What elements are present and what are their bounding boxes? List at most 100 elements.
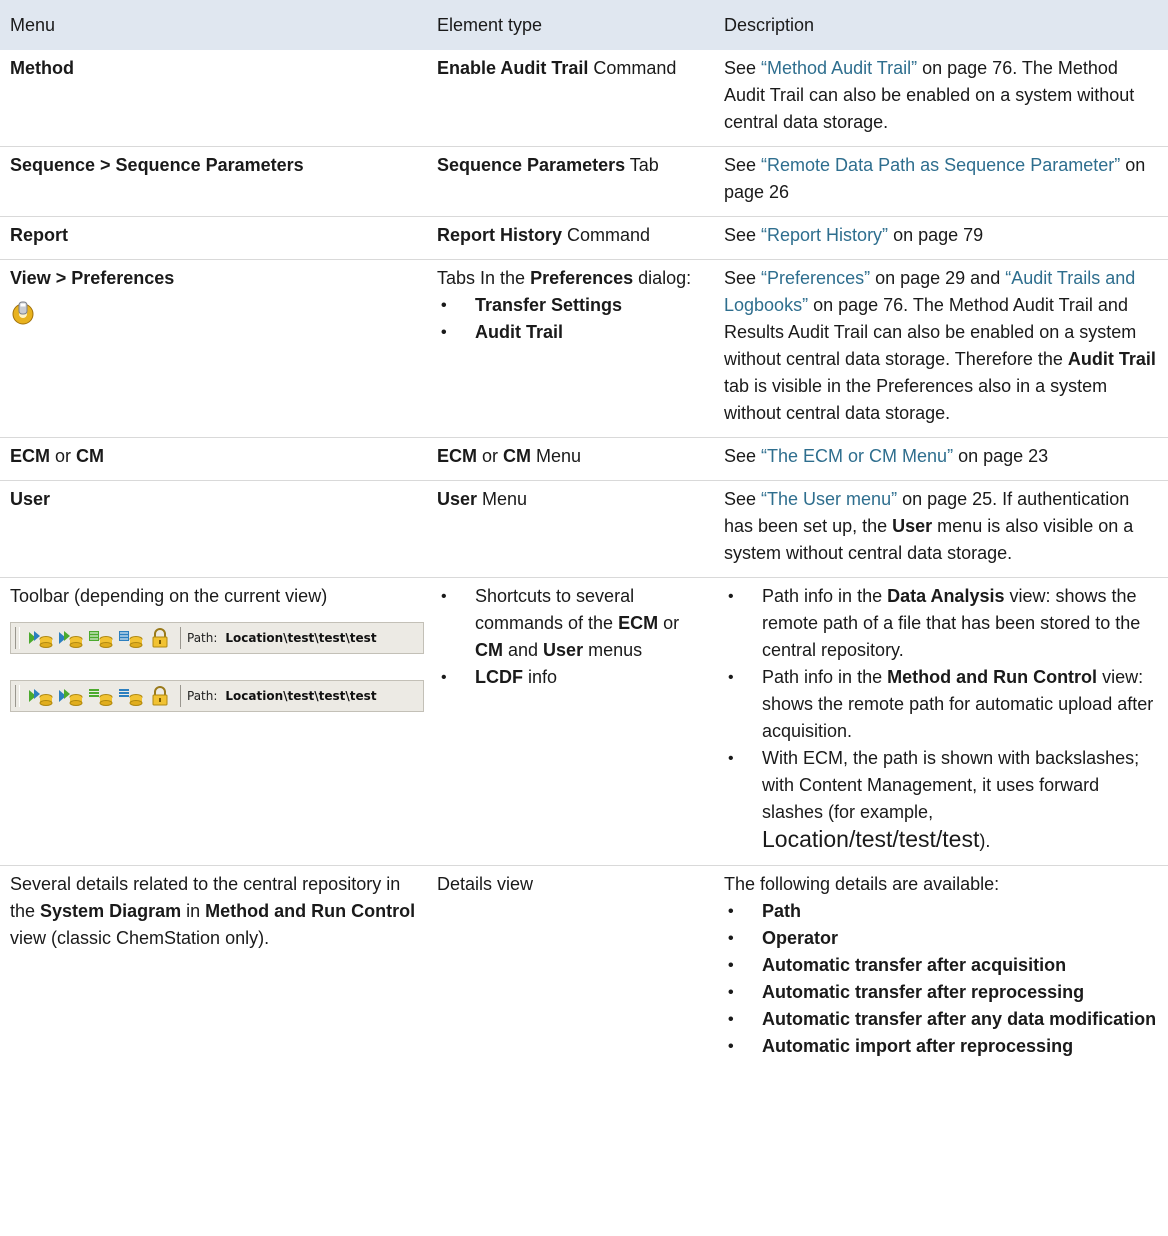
details-list: Path Operator Automatic transfer after a… xyxy=(724,898,1158,1060)
list-item: Operator xyxy=(724,925,1158,952)
element-type-text: Details view xyxy=(437,874,534,894)
element-type-rest: Command xyxy=(588,58,677,78)
element-type-bold: ECM xyxy=(437,446,477,466)
cross-reference-link[interactable]: “Remote Data Path as Sequence Parameter” xyxy=(761,155,1120,175)
ecm-load-icon[interactable] xyxy=(26,685,54,707)
element-type-rest: Menu xyxy=(531,446,582,466)
element-type-text: Tabs In the xyxy=(437,268,531,288)
element-type-bold: Report History xyxy=(437,225,563,245)
header-description: Description xyxy=(714,0,1168,50)
lock-icon[interactable] xyxy=(146,685,174,707)
ecm-save-icon[interactable] xyxy=(56,685,84,707)
details-intro: The following details are available: xyxy=(724,874,1000,894)
description-list: Path info in the Data Analysis view: sho… xyxy=(724,583,1158,855)
ecm-save-icon[interactable] xyxy=(56,627,84,649)
menu-name: View > Preferences xyxy=(10,268,175,288)
table-row: Report Report History Command See “Repor… xyxy=(0,216,1168,260)
list-bold: Data Analysis xyxy=(887,586,1005,606)
list-text: Path info in the xyxy=(762,586,888,606)
element-type-text: or xyxy=(477,446,504,466)
list-text: menus xyxy=(583,640,643,660)
table-row: Method Enable Audit Trail Command See “M… xyxy=(0,50,1168,147)
cross-reference-link[interactable]: “Preferences” xyxy=(761,268,870,288)
menu-name: Sequence > Sequence Parameters xyxy=(10,155,304,175)
list-item: Audit Trail xyxy=(437,319,704,346)
path-value: Location\test\test\test xyxy=(225,631,377,645)
menu-name: Method xyxy=(10,58,74,78)
desc-text: tab is visible in the Preferences also i… xyxy=(724,376,1108,423)
desc-text: on page 29 and xyxy=(870,268,1006,288)
menu-name: Report xyxy=(10,225,68,245)
header-element-type: Element type xyxy=(427,0,714,50)
desc-text: on page 79 xyxy=(888,225,984,245)
path-label: Path: xyxy=(187,631,218,645)
list-text: With ECM, the path is shown with backsla… xyxy=(762,748,1140,822)
desc-bold: Audit Trail xyxy=(1067,349,1156,369)
list-item: Transfer Settings xyxy=(437,292,704,319)
ecm-menu-table: Menu Element type Description Method Ena… xyxy=(0,0,1168,1070)
desc-text: See xyxy=(724,58,762,78)
list-item: LCDF info xyxy=(437,664,704,691)
list-bold: CM xyxy=(475,640,503,660)
cross-reference-link[interactable]: “Report History” xyxy=(761,225,888,245)
tab-list: Transfer Settings Audit Trail xyxy=(437,292,704,346)
list-item: Automatic transfer after acquisition xyxy=(724,952,1158,979)
table-row: Toolbar (depending on the current view) … xyxy=(0,577,1168,866)
list-text: and xyxy=(503,640,544,660)
list-text: or xyxy=(658,613,680,633)
element-type-bold: CM xyxy=(503,446,532,466)
element-type-rest: Command xyxy=(562,225,651,245)
menu-name: ECM xyxy=(10,446,50,466)
cross-reference-link[interactable]: “The ECM or CM Menu” xyxy=(761,446,953,466)
menu-bold: Method and Run Control xyxy=(205,901,416,921)
list-item: Automatic import after reprocessing xyxy=(724,1033,1158,1060)
table-header-row: Menu Element type Description xyxy=(0,0,1168,50)
element-type-bold: Preferences xyxy=(530,268,634,288)
toolbar-grip[interactable] xyxy=(15,685,20,707)
table-row: Several details related to the central r… xyxy=(0,866,1168,1071)
element-type-bold: User xyxy=(437,489,478,509)
list-item: Path xyxy=(724,898,1158,925)
desc-text: See xyxy=(724,268,762,288)
element-type-bold: Sequence Parameters xyxy=(437,155,626,175)
preferences-icon xyxy=(12,301,34,325)
desc-text: See xyxy=(724,225,762,245)
element-type-list: Shortcuts to several commands of the ECM… xyxy=(437,583,704,691)
desc-text: See xyxy=(724,446,762,466)
table-row: Sequence > Sequence Parameters Sequence … xyxy=(0,146,1168,217)
list-item: Path info in the Data Analysis view: sho… xyxy=(724,583,1158,664)
list-bold: User xyxy=(543,640,584,660)
list-text: Shortcuts to several commands of the xyxy=(475,586,635,633)
ecm-method-icon[interactable] xyxy=(86,627,114,649)
ecm-sequence-list-icon[interactable] xyxy=(116,685,144,707)
toolbar-grip[interactable] xyxy=(15,627,20,649)
menu-text: in xyxy=(181,901,206,921)
menu-name: CM xyxy=(76,446,105,466)
menu-bold: System Diagram xyxy=(40,901,182,921)
header-menu: Menu xyxy=(0,0,427,50)
list-bold: ECM xyxy=(618,613,659,633)
menu-name: User xyxy=(10,489,51,509)
list-text: Path info in the xyxy=(762,667,888,687)
desc-text: See xyxy=(724,155,762,175)
list-item: With ECM, the path is shown with backsla… xyxy=(724,745,1158,855)
ecm-sequence-icon[interactable] xyxy=(116,627,144,649)
menu-name: Toolbar (depending on the current view) xyxy=(10,586,328,606)
lock-icon[interactable] xyxy=(146,627,174,649)
element-type-text: dialog: xyxy=(633,268,692,288)
element-type-rest: Tab xyxy=(625,155,659,175)
ecm-method-list-icon[interactable] xyxy=(86,685,114,707)
cross-reference-link[interactable]: “The User menu” xyxy=(761,489,897,509)
menu-name-text: or xyxy=(50,446,77,466)
toolbar-separator xyxy=(180,685,181,707)
list-item: Path info in the Method and Run Control … xyxy=(724,664,1158,745)
desc-text: See xyxy=(724,489,762,509)
ecm-load-icon[interactable] xyxy=(26,627,54,649)
table-row: ECM or CM ECM or CM Menu See “The ECM or… xyxy=(0,437,1168,481)
list-bold: LCDF xyxy=(475,667,523,687)
path-value: Location\test\test\test xyxy=(225,689,377,703)
list-text: info xyxy=(523,667,558,687)
cross-reference-link[interactable]: “Method Audit Trail” xyxy=(761,58,917,78)
table-row: User User Menu See “The User menu” on pa… xyxy=(0,480,1168,578)
list-item: Shortcuts to several commands of the ECM… xyxy=(437,583,704,664)
